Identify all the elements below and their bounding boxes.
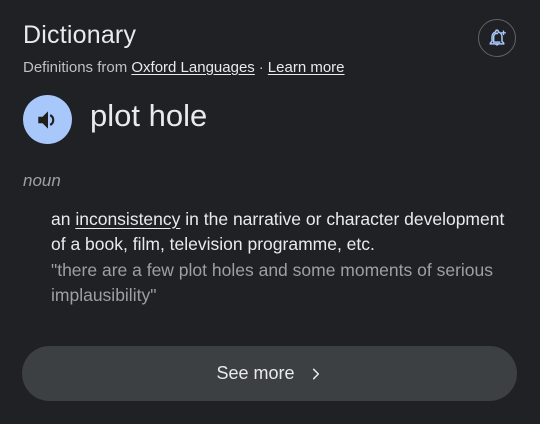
definitions-source: Definitions from Oxford Languages · Learn … bbox=[23, 58, 345, 78]
oxford-languages-link[interactable]: Oxford Languages bbox=[131, 59, 254, 76]
definition-text: an inconsistency in the narrative or cha… bbox=[51, 207, 521, 257]
source-prefix: Definitions from bbox=[23, 59, 128, 76]
speaker-icon bbox=[37, 110, 54, 129]
notification-add-button[interactable] bbox=[478, 19, 516, 57]
definition-prefix: an bbox=[51, 209, 71, 229]
learn-more-link[interactable]: Learn more bbox=[268, 59, 345, 76]
see-more-button[interactable]: See more bbox=[22, 346, 517, 401]
dictionary-card: Dictionary Definitions from Oxford Langu… bbox=[0, 0, 540, 424]
notification-add-icon bbox=[489, 29, 506, 46]
card-title: Dictionary bbox=[23, 21, 137, 49]
chevron-right-icon bbox=[309, 367, 323, 381]
part-of-speech: noun bbox=[23, 171, 61, 190]
separator-dot: · bbox=[258, 59, 264, 76]
example-sentence: "there are a few plot holes and some mom… bbox=[51, 260, 493, 305]
inconsistency-link[interactable]: inconsistency bbox=[75, 209, 180, 229]
pronounce-button[interactable] bbox=[23, 95, 72, 144]
see-more-label: See more bbox=[216, 363, 295, 383]
headword: plot hole bbox=[90, 98, 208, 133]
